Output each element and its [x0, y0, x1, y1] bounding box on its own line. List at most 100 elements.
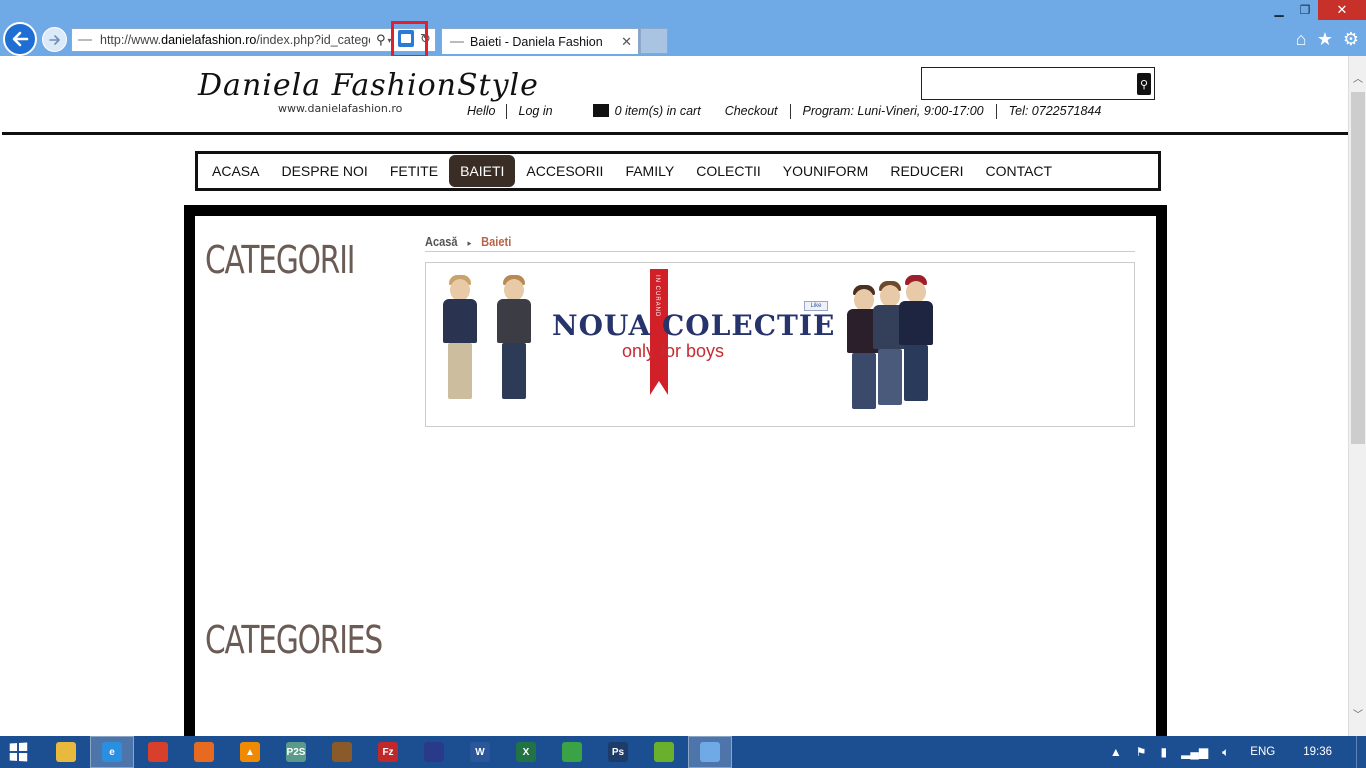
taskbar-app-chrome[interactable]	[136, 736, 180, 768]
nav-item-reduceri[interactable]: REDUCERI	[879, 155, 974, 187]
show-hidden-icons-icon[interactable]: ▲	[1110, 745, 1122, 759]
cart-count: 0 item(s) in cart	[614, 104, 701, 118]
banner-subtitle: only for boys	[622, 341, 725, 361]
clock[interactable]: 19:36	[1303, 746, 1332, 758]
logo-script: Daniela FashionStyle	[198, 68, 539, 103]
forward-button[interactable]	[42, 27, 67, 52]
nav-item-youniform[interactable]: YOUNIFORM	[772, 155, 880, 187]
content-frame: CATEGORII CATEGORIES Acasă ▸ Baieti IN C…	[184, 205, 1167, 736]
filezilla-icon: Fz	[378, 742, 398, 762]
home-icon[interactable]: ⌂	[1290, 28, 1312, 50]
network-signal-icon[interactable]: ▂▄▆	[1181, 745, 1208, 759]
banner-title: NOUA COLECTIE	[552, 309, 836, 342]
chrome-icon	[148, 742, 168, 762]
action-center-flag-icon[interactable]: ⚑	[1136, 745, 1147, 759]
taskbar-app-utorrent[interactable]	[642, 736, 686, 768]
taskbar-app-paint-app[interactable]	[688, 736, 732, 768]
header-divider	[2, 132, 1348, 135]
system-tray: ▲ ⚑ ▮ ▂▄▆ 🔈︎ ENG 19:36	[1103, 736, 1366, 768]
scroll-up-icon[interactable]: ︿	[1349, 70, 1366, 85]
site-logo[interactable]: Daniela FashionStyle www.danielafashion.…	[198, 68, 538, 118]
language-indicator[interactable]: ENG	[1250, 746, 1275, 758]
main-nav: ACASA DESPRE NOI FETITE BAIETI ACCESORII FAMI…	[195, 151, 1161, 191]
tab-title: Baieti - Daniela Fashion	[470, 34, 603, 49]
cart-icon	[592, 104, 609, 117]
taskbar-app-winrar[interactable]	[320, 736, 364, 768]
nav-item-despre-noi[interactable]: DESPRE NOI	[270, 155, 378, 187]
dreamweaver-app-icon	[562, 742, 582, 762]
nav-item-colectii[interactable]: COLECTII	[685, 155, 772, 187]
nav-item-baieti[interactable]: BAIETI	[449, 155, 516, 187]
url-prefix: http://www.	[100, 33, 162, 47]
login-link[interactable]: Log in	[505, 104, 565, 119]
url-text[interactable]: http://www.danielafashion.ro/index.php?i…	[100, 33, 370, 47]
address-bar[interactable]: http://www.danielafashion.ro/index.php?i…	[71, 28, 436, 52]
taskbar-app-photoshop[interactable]: Ps	[596, 736, 640, 768]
breadcrumb: Acasă ▸ Baieti	[425, 234, 511, 249]
taskbar-apps: e ▲ P2S Fz W X Ps	[44, 736, 734, 768]
gear-icon[interactable]: ⚙	[1340, 28, 1362, 50]
forward-arrow-icon	[48, 34, 60, 45]
url-domain: danielafashion.ro	[161, 33, 257, 47]
program-text: Program: Luni-Vineri, 9:00-17:00	[789, 104, 996, 119]
search-button[interactable]: ⚲	[1137, 73, 1151, 95]
url-path: /index.php?id_catego	[256, 33, 370, 47]
back-button[interactable]	[3, 22, 37, 56]
taskbar-app-internet-explorer[interactable]: e	[90, 736, 134, 768]
search-icon: ⚲	[1139, 78, 1149, 91]
volume-icon[interactable]: 🔈︎	[1222, 745, 1229, 760]
new-tab-button[interactable]	[640, 28, 668, 54]
tab-baieti[interactable]: Baieti - Daniela Fashion ✕	[441, 28, 639, 54]
vertical-scrollbar[interactable]: ︿ ﹀	[1348, 56, 1366, 736]
breadcrumb-current: Baieti	[481, 234, 512, 249]
favorites-star-icon[interactable]: ★	[1314, 28, 1336, 50]
taskbar-app-firefox[interactable]	[182, 736, 226, 768]
taskbar-app-file-explorer[interactable]	[44, 736, 88, 768]
start-button[interactable]	[0, 736, 36, 768]
show-desktop-button[interactable]	[1356, 736, 1366, 768]
vlc-icon: ▲	[240, 742, 260, 762]
taskbar-app-word[interactable]: W	[458, 736, 502, 768]
scroll-thumb[interactable]	[1351, 92, 1365, 444]
logo-url: www.danielafashion.ro	[278, 102, 403, 115]
breadcrumb-separator-icon: ▸	[467, 238, 472, 248]
breadcrumb-home[interactable]: Acasă	[425, 234, 458, 249]
winrar-icon	[332, 742, 352, 762]
firefox-icon	[194, 742, 214, 762]
scroll-down-icon[interactable]: ﹀	[1349, 706, 1366, 721]
tel-text: Tel: 0722571844	[995, 104, 1114, 119]
close-tab-icon[interactable]: ✕	[621, 34, 632, 50]
close-window-button[interactable]: ✕	[1318, 0, 1366, 20]
minimize-button[interactable]: ▁	[1266, 0, 1292, 20]
nav-item-family[interactable]: FAMILY	[614, 155, 685, 187]
nav-item-fetite[interactable]: FETITE	[379, 155, 449, 187]
taskbar-app-dreamweaver-app[interactable]	[550, 736, 594, 768]
categories-heading-en: CATEGORIES	[205, 618, 383, 662]
breadcrumb-divider	[425, 251, 1135, 252]
taskbar-app-save-app[interactable]	[412, 736, 456, 768]
search-icon[interactable]: ⚲	[376, 32, 386, 48]
category-banner: IN CURAND NOUA COLECTIE only for boys Li…	[425, 262, 1135, 427]
nav-item-acasa[interactable]: ACASA	[201, 155, 270, 187]
search-input[interactable]: ⚲	[921, 67, 1155, 100]
taskbar-app-app-p2s[interactable]: P2S	[274, 736, 318, 768]
cart-link[interactable]: 0 item(s) in cart	[565, 104, 713, 119]
nav-item-contact[interactable]: CONTACT	[974, 155, 1063, 187]
internet-explorer-icon: e	[102, 742, 122, 762]
utorrent-icon	[654, 742, 674, 762]
taskbar-app-excel[interactable]: X	[504, 736, 548, 768]
maximize-button[interactable]: ❐	[1292, 0, 1318, 20]
nav-item-accesorii[interactable]: ACCESORII	[515, 155, 614, 187]
facebook-like-button[interactable]: Like	[804, 301, 828, 311]
photoshop-icon: Ps	[608, 742, 628, 762]
file-explorer-icon	[56, 742, 76, 762]
save-app-icon	[424, 742, 444, 762]
taskbar-app-filezilla[interactable]: Fz	[366, 736, 410, 768]
taskbar-app-vlc[interactable]: ▲	[228, 736, 272, 768]
battery-icon[interactable]: ▮	[1161, 745, 1168, 759]
checkout-link[interactable]: Checkout	[713, 104, 790, 119]
word-icon: W	[470, 742, 490, 762]
banner-image: IN CURAND NOUA COLECTIE only for boys Li…	[438, 267, 933, 419]
app-p2s-icon: P2S	[286, 742, 306, 762]
browser-chrome: ▁ ❐ ✕ http://www.danielafashion.ro/index…	[0, 0, 1366, 58]
